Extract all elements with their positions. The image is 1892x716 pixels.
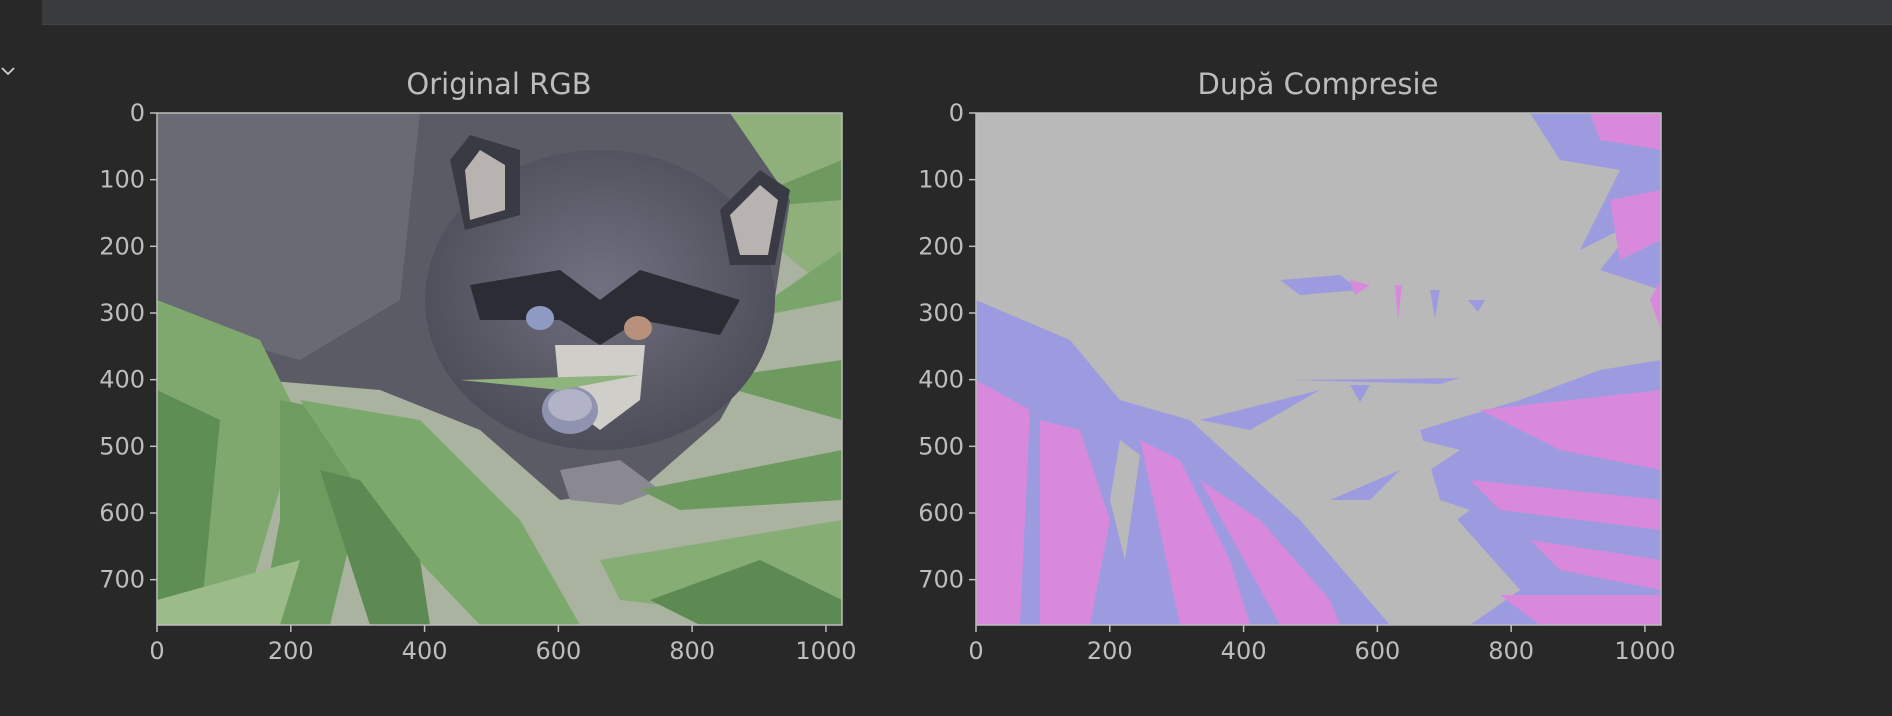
y-tick-label: 200 bbox=[918, 232, 964, 260]
cell-input-bar[interactable] bbox=[42, 0, 1892, 25]
y-tick-label: 0 bbox=[130, 99, 145, 127]
y-tick-label: 700 bbox=[99, 566, 145, 594]
x-tick-label: 1000 bbox=[1614, 637, 1675, 665]
x-tick-label: 800 bbox=[1488, 637, 1534, 665]
x-tick-label: 200 bbox=[1087, 637, 1133, 665]
cell-output: Original RGB 0 200 400 600 800 1000 0 10… bbox=[0, 30, 1892, 712]
compressed-image bbox=[976, 113, 1661, 625]
x-tick-label: 400 bbox=[1221, 637, 1267, 665]
x-tick-label: 600 bbox=[1354, 637, 1400, 665]
y-tick-label: 600 bbox=[918, 499, 964, 527]
y-tick-label: 500 bbox=[918, 432, 964, 460]
x-tick-label: 200 bbox=[268, 637, 314, 665]
subplot-title: Original RGB bbox=[406, 67, 591, 101]
x-tick-label: 0 bbox=[968, 637, 983, 665]
subplot-compressed: După Compresie 0 200 400 600 800 1000010… bbox=[918, 67, 1675, 665]
subplot-original: Original RGB 0 200 400 600 800 100001002… bbox=[99, 67, 856, 665]
y-tick-label: 600 bbox=[99, 499, 145, 527]
y-tick-label: 300 bbox=[99, 299, 145, 327]
y-tick-label: 300 bbox=[918, 299, 964, 327]
y-tick-label: 100 bbox=[99, 166, 145, 194]
x-tick-label: 400 bbox=[402, 637, 448, 665]
x-tick-label: 0 bbox=[149, 637, 164, 665]
y-tick-label: 0 bbox=[949, 99, 964, 127]
y-tick-label: 700 bbox=[918, 566, 964, 594]
raccoon-image bbox=[157, 113, 842, 625]
x-tick-label: 1000 bbox=[795, 637, 856, 665]
x-tick-label: 800 bbox=[669, 637, 715, 665]
y-tick-label: 200 bbox=[99, 232, 145, 260]
y-tick-label: 400 bbox=[99, 366, 145, 394]
y-tick-label: 400 bbox=[918, 366, 964, 394]
x-tick-label: 600 bbox=[535, 637, 581, 665]
figure-canvas: Original RGB 0 200 400 600 800 100001002… bbox=[99, 67, 1675, 665]
y-tick-label: 100 bbox=[918, 166, 964, 194]
y-tick-label: 500 bbox=[99, 432, 145, 460]
subplot-title: După Compresie bbox=[1198, 67, 1439, 101]
